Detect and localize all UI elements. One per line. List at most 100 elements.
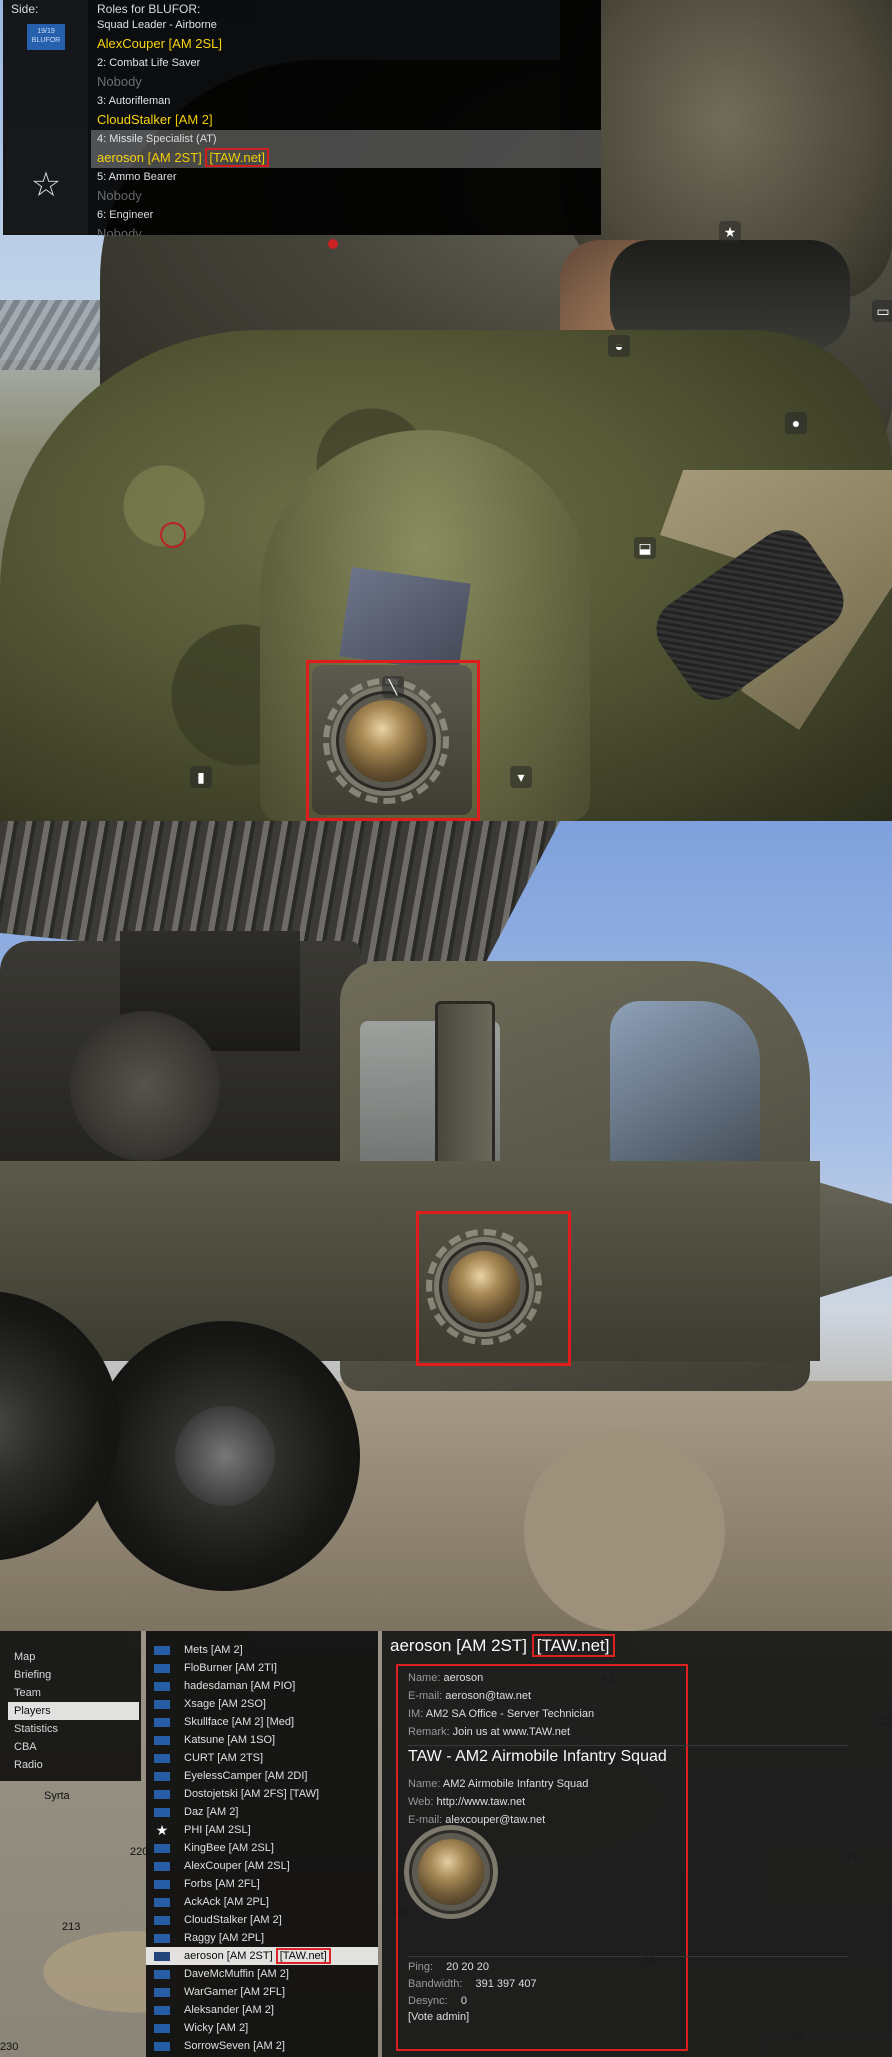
- detail-player-name: aeroson [AM 2ST]: [390, 1636, 528, 1655]
- player-name: AlexCouper [AM 2SL]: [184, 1860, 290, 1872]
- squad-web-row: Web: http://www.taw.net: [408, 1796, 525, 1808]
- blufor-flag-icon: [154, 1808, 170, 1817]
- bandwidth-row: Bandwidth: 391 397 407: [408, 1978, 537, 1990]
- player-name: Raggy [AM 2PL]: [184, 1932, 265, 1944]
- helmet-marker-icon: ◒: [608, 335, 630, 357]
- player-name: Aleksander [AM 2]: [184, 2004, 274, 2016]
- squad-web-link[interactable]: http://www.taw.net: [437, 1796, 526, 1808]
- player-name: AckAck [AM 2PL]: [184, 1896, 269, 1908]
- menu-item-briefing[interactable]: Briefing: [0, 1666, 141, 1684]
- player-row-selected[interactable]: aeroson [AM 2ST] [TAW.net]: [146, 1947, 378, 1965]
- truck-scene: [0, 821, 892, 1631]
- player-row[interactable]: Dostojetski [AM 2FS] [TAW]: [146, 1785, 378, 1803]
- squad-logo: [418, 1839, 484, 1905]
- field-label: Bandwidth:: [408, 1978, 463, 1990]
- field-label: Desync:: [408, 1995, 448, 2007]
- star-icon: ☆: [30, 166, 62, 204]
- player-row[interactable]: ★ PHI [AM 2SL]: [146, 1821, 378, 1839]
- role-slot-selected[interactable]: 4: Missile Specialist (AT) aeroson [AM 2…: [91, 130, 601, 168]
- menu-item-cba[interactable]: CBA: [0, 1738, 141, 1756]
- player-row[interactable]: hadesdaman [AM PIO]: [146, 1677, 378, 1695]
- blufor-flag-icon: [154, 1934, 170, 1943]
- player-detail-title: aeroson [AM 2ST] [TAW.net]: [390, 1634, 615, 1657]
- squad-tag: [TAW.net]: [205, 148, 270, 167]
- player-name: Daz [AM 2]: [184, 1806, 239, 1818]
- field-label: Remark:: [408, 1726, 450, 1738]
- role-player: CloudStalker [AM 2]: [97, 112, 213, 127]
- map-label: 213: [62, 1921, 81, 1933]
- blufor-flag-icon: [154, 1952, 170, 1961]
- role-slot[interactable]: Squad Leader - Airborne AlexCouper [AM 2…: [91, 16, 601, 54]
- roles-panel: Side: 19/19 BLUFOR ☆ Roles for BLUFOR: S…: [3, 0, 601, 236]
- player-row[interactable]: Xsage [AM 2SO]: [146, 1695, 378, 1713]
- field-label: Name:: [408, 1672, 441, 1684]
- hand-marker-icon: ▮: [190, 766, 212, 788]
- truck-lower-body: [0, 1161, 820, 1361]
- player-name: Dostojetski [AM 2FS] [TAW]: [184, 1788, 320, 1800]
- player-row[interactable]: Daz [AM 2]: [146, 1803, 378, 1821]
- role-name: 2: Combat Life Saver: [97, 57, 201, 69]
- side-mirror: [435, 1001, 495, 1171]
- detail-remark-row: Remark: Join us at www.TAW.net: [408, 1726, 570, 1738]
- player-row[interactable]: AlexCouper [AM 2SL]: [146, 1857, 378, 1875]
- role-slot[interactable]: 2: Combat Life Saver Nobody: [91, 54, 601, 92]
- player-row[interactable]: AckAck [AM 2PL]: [146, 1893, 378, 1911]
- player-row[interactable]: WarGamer [AM 2FL]: [146, 1983, 378, 2001]
- star-icon: ★: [155, 1822, 169, 1838]
- player-row[interactable]: Aleksander [AM 2]: [146, 2001, 378, 2019]
- blufor-flag-icon: [154, 1682, 170, 1691]
- detail-name-row: Name: aeroson: [408, 1672, 483, 1684]
- blufor-flag-button[interactable]: 19/19 BLUFOR: [27, 24, 65, 50]
- menu-item-statistics[interactable]: Statistics: [0, 1720, 141, 1738]
- shoulder-flag-patch: [339, 567, 471, 673]
- blufor-flag-icon: [154, 1898, 170, 1907]
- player-row[interactable]: FloBurner [AM 2TI]: [146, 1659, 378, 1677]
- role-name: Squad Leader - Airborne: [97, 19, 217, 31]
- players-screen: Syrta 220 213 140 230 53 22 21 38 29 Map…: [0, 1631, 892, 2057]
- roles-list: Squad Leader - Airborne AlexCouper [AM 2…: [91, 16, 601, 236]
- player-row[interactable]: CURT [AM 2TS]: [146, 1749, 378, 1767]
- blufor-flag-icon: [154, 1736, 170, 1745]
- blufor-flag-icon: [154, 2006, 170, 2015]
- player-row[interactable]: EyelessCamper [AM 2DI]: [146, 1767, 378, 1785]
- player-name: Mets [AM 2]: [184, 1644, 243, 1656]
- blufor-flag-icon: [154, 1862, 170, 1871]
- field-value: AM2 SA Office - Server Technician: [425, 1708, 595, 1720]
- player-name: SorrowSeven [AM 2]: [184, 2040, 285, 2052]
- player-row[interactable]: SorrowSeven [AM 2]: [146, 2037, 378, 2055]
- menu-item-players[interactable]: Players: [8, 1702, 139, 1720]
- player-row[interactable]: Skullface [AM 2] [Med]: [146, 1713, 378, 1731]
- blufor-flag-icon: [154, 1916, 170, 1925]
- blufor-flag-icon: [154, 1988, 170, 1997]
- player-name: EyelessCamper [AM 2DI]: [184, 1770, 308, 1782]
- menu-item-team[interactable]: Team: [0, 1684, 141, 1702]
- head-marker-icon: ●: [785, 412, 807, 434]
- blufor-flag-icon: [154, 1646, 170, 1655]
- soldier-scene: ★ ◒ ● ⬓ ╲ ▮ ▾ ▭ Side: 19/19 BLUFOR ☆ Rol…: [0, 0, 892, 821]
- edge-marker-icon: ▭: [872, 300, 892, 322]
- player-name: Skullface [AM 2] [Med]: [184, 1716, 295, 1728]
- role-player: aeroson [AM 2ST] [TAW.net]: [97, 148, 601, 168]
- player-row[interactable]: DaveMcMuffin [AM 2]: [146, 1965, 378, 1983]
- roles-title: Roles for BLUFOR:: [97, 2, 201, 16]
- menu-item-radio[interactable]: Radio: [0, 1756, 141, 1774]
- role-slot[interactable]: 5: Ammo Bearer Nobody: [91, 168, 601, 206]
- menu-item-map[interactable]: Map: [0, 1648, 141, 1666]
- role-slot[interactable]: 6: Engineer Nobody: [91, 206, 601, 236]
- player-detail-panel: aeroson [AM 2ST] [TAW.net] Name: aeroson…: [382, 1631, 892, 2057]
- truck-wheel-front: [90, 1321, 360, 1591]
- squad-title: TAW - AM2 Airmobile Infantry Squad: [408, 1748, 667, 1765]
- role-player: AlexCouper [AM 2SL]: [97, 36, 223, 51]
- player-row[interactable]: Forbs [AM 2FL]: [146, 1875, 378, 1893]
- role-slot[interactable]: 3: Autorifleman CloudStalker [AM 2]: [91, 92, 601, 130]
- player-name: Katsune [AM 1SO]: [184, 1734, 276, 1746]
- player-row[interactable]: Wicky [AM 2]: [146, 2019, 378, 2037]
- player-row[interactable]: CloudStalker [AM 2]: [146, 1911, 378, 1929]
- player-row[interactable]: KingBee [AM 2SL]: [146, 1839, 378, 1857]
- player-name: PHI [AM 2SL]: [184, 1824, 251, 1836]
- vote-admin-button[interactable]: [Vote admin]: [408, 2011, 469, 2023]
- player-row[interactable]: Raggy [AM 2PL]: [146, 1929, 378, 1947]
- player-row[interactable]: Katsune [AM 1SO]: [146, 1731, 378, 1749]
- player-row[interactable]: Mets [AM 2]: [146, 1641, 378, 1659]
- role-player: Nobody: [97, 188, 142, 203]
